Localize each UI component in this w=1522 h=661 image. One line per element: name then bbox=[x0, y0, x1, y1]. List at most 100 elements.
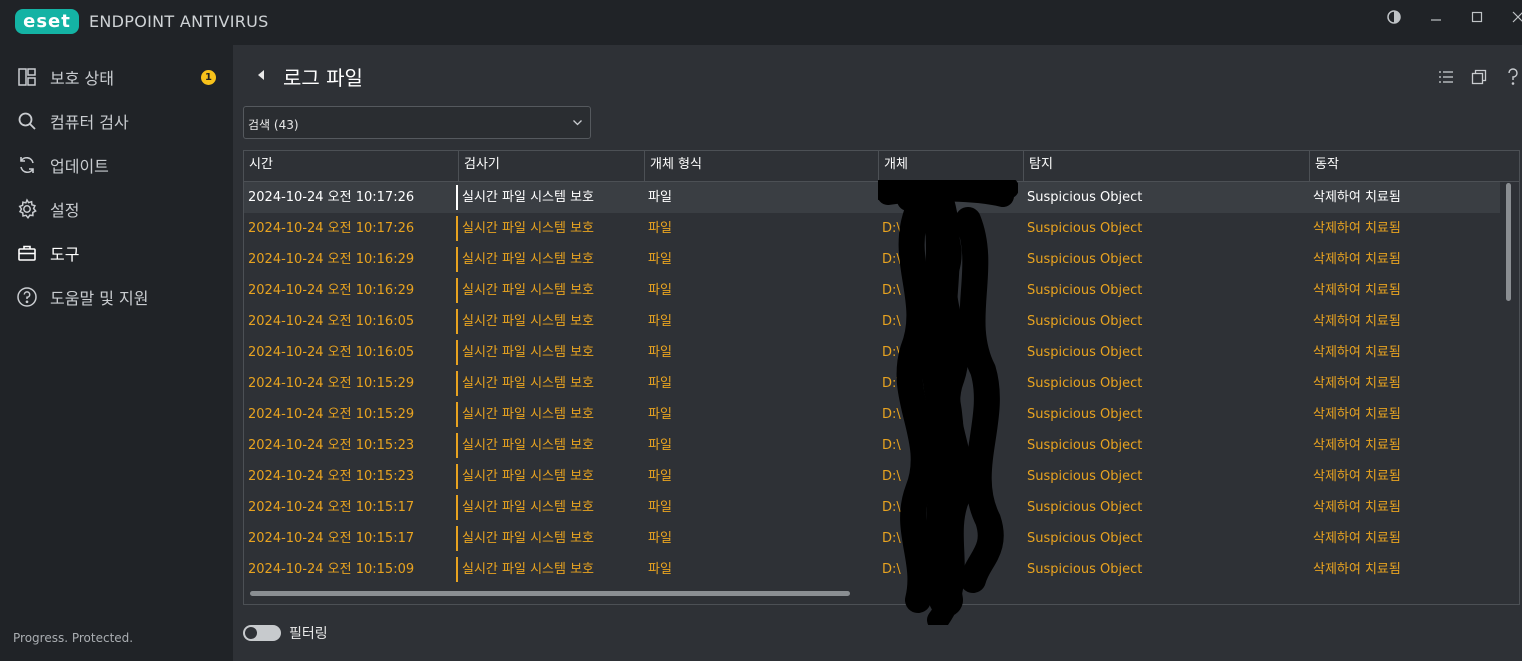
cell-object-type: 파일 bbox=[648, 314, 672, 329]
cell-object-type: 파일 bbox=[648, 345, 672, 360]
filter-label: 필터링 bbox=[289, 626, 328, 642]
sidebar-item-help-support[interactable]: 도움말 및 지원 bbox=[0, 277, 233, 317]
cell-object-type: 파일 bbox=[648, 469, 672, 484]
cell-time: 2024-10-24 오전 10:16:29 bbox=[248, 252, 415, 267]
back-arrow-icon[interactable] bbox=[254, 66, 268, 84]
cell-scanner: 실시간 파일 시스템 보호 bbox=[456, 495, 648, 520]
table-row[interactable]: 2024-10-24 오전 10:17:26 실시간 파일 시스템 보호 파일 D:\… bbox=[244, 182, 1500, 213]
column-header-detection[interactable]: 탐지 bbox=[1023, 151, 1309, 181]
sidebar-item-tools[interactable]: 도구 bbox=[0, 233, 233, 273]
cell-detection: Suspicious Object bbox=[1027, 314, 1143, 329]
column-header-action[interactable]: 동작 bbox=[1309, 151, 1519, 181]
table-row[interactable]: 2024-10-24 오전 10:16:05 실시간 파일 시스템 보호 파일 D:\… bbox=[244, 337, 1500, 368]
column-header-object-type[interactable]: 개체 형식 bbox=[644, 151, 878, 181]
cell-object-type: 파일 bbox=[648, 252, 672, 267]
cell-object-type: 파일 bbox=[648, 407, 672, 422]
theme-toggle-icon[interactable] bbox=[1383, 6, 1405, 28]
column-header-time[interactable]: 시간 bbox=[244, 151, 458, 181]
table-row[interactable]: 2024-10-24 오전 10:16:05 실시간 파일 시스템 보호 파일 D:\… bbox=[244, 306, 1500, 337]
cell-action: 삭제하여 치료됨 bbox=[1313, 221, 1401, 236]
sidebar-item-update[interactable]: 업데이트 bbox=[0, 145, 233, 185]
cell-time: 2024-10-24 오전 10:15:29 bbox=[248, 376, 415, 391]
log-type-selected: 검색 (43) bbox=[248, 118, 299, 132]
cell-action: 삭제하여 치료됨 bbox=[1313, 438, 1401, 453]
cell-time: 2024-10-24 오전 10:16:05 bbox=[248, 345, 415, 360]
list-view-icon[interactable] bbox=[1436, 67, 1456, 87]
title-bar: eset ENDPOINT ANTIVIRUS bbox=[0, 0, 1522, 45]
chevron-down-icon bbox=[572, 117, 583, 128]
cell-detection: Suspicious Object bbox=[1027, 283, 1143, 298]
cell-scanner: 실시간 파일 시스템 보호 bbox=[456, 464, 648, 489]
table-row[interactable]: 2024-10-24 오전 10:16:29 실시간 파일 시스템 보호 파일 D:\… bbox=[244, 275, 1500, 306]
copy-window-icon[interactable] bbox=[1469, 67, 1489, 87]
cell-action: 삭제하여 치료됨 bbox=[1313, 283, 1401, 298]
cell-action: 삭제하여 치료됨 bbox=[1313, 376, 1401, 391]
sidebar-item-computer-scan[interactable]: 컴퓨터 검사 bbox=[0, 101, 233, 141]
cell-scanner: 실시간 파일 시스템 보호 bbox=[456, 402, 648, 427]
cell-time: 2024-10-24 오전 10:17:26 bbox=[248, 190, 415, 205]
sidebar-footer-slogan: Progress. Protected. bbox=[13, 631, 134, 645]
table-row[interactable]: 2024-10-24 오전 10:15:17 실시간 파일 시스템 보호 파일 D:\… bbox=[244, 523, 1500, 554]
notification-badge: 1 bbox=[201, 69, 216, 85]
cell-detection: Suspicious Object bbox=[1027, 345, 1143, 360]
table-row[interactable]: 2024-10-24 오전 10:15:29 실시간 파일 시스템 보호 파일 D:\… bbox=[244, 368, 1500, 399]
table-row[interactable]: 2024-10-24 오전 10:15:17 실시간 파일 시스템 보호 파일 D:\… bbox=[244, 492, 1500, 523]
help-question-icon[interactable] bbox=[1503, 67, 1522, 87]
cell-time: 2024-10-24 오전 10:15:17 bbox=[248, 500, 415, 515]
sidebar-item-label: 업데이트 bbox=[50, 157, 109, 176]
help-icon bbox=[16, 286, 38, 308]
refresh-icon bbox=[16, 154, 38, 176]
cell-detection: Suspicious Object bbox=[1027, 438, 1143, 453]
cell-action: 삭제하여 치료됨 bbox=[1313, 345, 1401, 360]
cell-scanner: 실시간 파일 시스템 보호 bbox=[456, 309, 648, 334]
table-header: 시간 검사기 개체 형식 개체 탐지 동작 bbox=[244, 151, 1519, 182]
maximize-icon[interactable] bbox=[1466, 6, 1488, 28]
cell-scanner: 실시간 파일 시스템 보호 bbox=[456, 216, 648, 241]
sidebar-item-label: 보호 상태 bbox=[50, 69, 114, 88]
cell-scanner: 실시간 파일 시스템 보호 bbox=[456, 247, 648, 272]
table-row[interactable]: 2024-10-24 오전 10:15:23 실시간 파일 시스템 보호 파일 D:\… bbox=[244, 461, 1500, 492]
filter-toggle[interactable] bbox=[243, 625, 281, 641]
cell-action: 삭제하여 치료됨 bbox=[1313, 469, 1401, 484]
table-row[interactable]: 2024-10-24 오전 10:15:09 실시간 파일 시스템 보호 파일 D:\… bbox=[244, 554, 1500, 585]
search-icon bbox=[16, 110, 38, 132]
minimize-icon[interactable] bbox=[1425, 6, 1447, 28]
cell-object-type: 파일 bbox=[648, 376, 672, 391]
cell-time: 2024-10-24 오전 10:15:17 bbox=[248, 531, 415, 546]
cell-scanner: 실시간 파일 시스템 보호 bbox=[456, 278, 648, 303]
table-row[interactable]: 2024-10-24 오전 10:15:29 실시간 파일 시스템 보호 파일 D:\… bbox=[244, 399, 1500, 430]
page-title: 로그 파일 bbox=[283, 66, 363, 90]
cell-action: 삭제하여 치료됨 bbox=[1313, 314, 1401, 329]
cell-scanner: 실시간 파일 시스템 보호 bbox=[456, 340, 648, 365]
sidebar-item-label: 설정 bbox=[50, 201, 80, 220]
cell-detection: Suspicious Object bbox=[1027, 500, 1143, 515]
cell-detection: Suspicious Object bbox=[1027, 531, 1143, 546]
toggle-knob bbox=[245, 627, 257, 639]
cell-action: 삭제하여 치료됨 bbox=[1313, 562, 1401, 577]
sidebar-item-protection-status[interactable]: 보호 상태 1 bbox=[0, 57, 233, 97]
briefcase-icon bbox=[16, 242, 38, 264]
table-row[interactable]: 2024-10-24 오전 10:15:23 실시간 파일 시스템 보호 파일 D:\… bbox=[244, 430, 1500, 461]
log-type-dropdown[interactable]: 검색 (43) bbox=[243, 106, 591, 139]
close-icon[interactable] bbox=[1507, 6, 1522, 28]
cell-time: 2024-10-24 오전 10:15:23 bbox=[248, 438, 415, 453]
cell-time: 2024-10-24 오전 10:16:05 bbox=[248, 314, 415, 329]
cell-object-type: 파일 bbox=[648, 283, 672, 298]
horizontal-scrollbar[interactable] bbox=[250, 591, 850, 596]
gear-icon bbox=[16, 198, 38, 220]
cell-action: 삭제하여 치료됨 bbox=[1313, 407, 1401, 422]
cell-time: 2024-10-24 오전 10:15:09 bbox=[248, 562, 415, 577]
sidebar-item-label: 도움말 및 지원 bbox=[50, 289, 149, 308]
table-row[interactable]: 2024-10-24 오전 10:16:29 실시간 파일 시스템 보호 파일 D:\… bbox=[244, 244, 1500, 275]
sidebar: 보호 상태 1 컴퓨터 검사 업데이트 설정 도구 도움말 및 지원 bbox=[0, 45, 233, 661]
cell-action: 삭제하여 치료됨 bbox=[1313, 190, 1401, 205]
cell-scanner: 실시간 파일 시스템 보호 bbox=[456, 526, 648, 551]
column-header-scanner[interactable]: 검사기 bbox=[458, 151, 644, 181]
column-header-object[interactable]: 개체 bbox=[878, 151, 1023, 181]
sidebar-item-settings[interactable]: 설정 bbox=[0, 189, 233, 229]
dashboard-icon bbox=[16, 66, 38, 88]
vertical-scrollbar[interactable] bbox=[1506, 183, 1511, 301]
cell-scanner: 실시간 파일 시스템 보호 bbox=[456, 185, 648, 210]
cell-detection: Suspicious Object bbox=[1027, 407, 1143, 422]
table-row[interactable]: 2024-10-24 오전 10:17:26 실시간 파일 시스템 보호 파일 D:\… bbox=[244, 213, 1500, 244]
